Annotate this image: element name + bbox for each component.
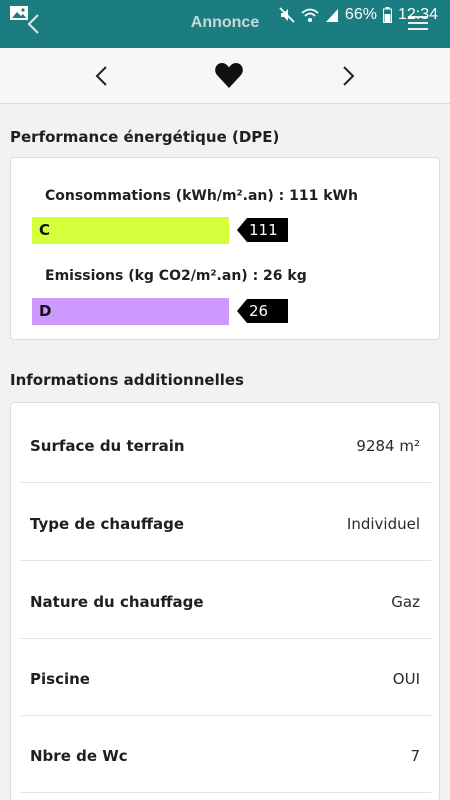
listing-nav bbox=[0, 48, 450, 104]
consumption-class-bar: C bbox=[32, 217, 229, 244]
info-key: Type de chauffage bbox=[30, 515, 185, 533]
info-card: Surface du terrain 9284 m² Type de chauf… bbox=[10, 402, 440, 800]
info-row: Type de chauffage Individuel bbox=[11, 484, 439, 561]
info-section-title: Informations additionnelles bbox=[10, 371, 244, 389]
dpe-section-title: Performance énergétique (DPE) bbox=[10, 128, 280, 146]
divider bbox=[21, 560, 431, 561]
status-time: 12:34 bbox=[397, 6, 438, 23]
info-value: OUI bbox=[392, 670, 420, 688]
info-key: Nbre de Wc bbox=[30, 747, 128, 765]
emissions-class: D bbox=[39, 302, 52, 320]
info-value: 7 bbox=[410, 747, 420, 765]
app-header: Annonce 66% 12:34 bbox=[0, 0, 450, 48]
divider bbox=[21, 482, 431, 483]
battery-icon bbox=[382, 7, 392, 23]
info-key: Surface du terrain bbox=[30, 437, 185, 455]
emissions-label: Emissions (kg CO2/m².an) : 26 kg bbox=[45, 268, 307, 284]
heart-icon[interactable] bbox=[214, 62, 244, 90]
mute-icon bbox=[279, 7, 295, 23]
dpe-card: Consommations (kWh/m².an) : 111 kWh C 11… bbox=[10, 157, 440, 340]
info-key: Piscine bbox=[30, 670, 90, 688]
consumption-label: Consommations (kWh/m².an) : 111 kWh bbox=[45, 188, 358, 204]
consumption-class: C bbox=[39, 221, 51, 239]
info-row: Surface du terrain 9284 m² bbox=[11, 406, 439, 483]
emissions-marker: 26 bbox=[237, 299, 288, 323]
emissions-value: 26 bbox=[247, 299, 288, 323]
chevron-left-icon[interactable] bbox=[90, 62, 114, 90]
battery-percent: 66% bbox=[344, 6, 377, 23]
divider bbox=[21, 792, 431, 793]
info-value: Individuel bbox=[346, 515, 420, 533]
status-icons: 66% 12:34 bbox=[279, 4, 438, 26]
info-row: Nature du chauffage Gaz bbox=[11, 562, 439, 639]
emissions-class-bar: D bbox=[32, 298, 229, 325]
consumption-marker: 111 bbox=[237, 218, 288, 242]
consumption-value: 111 bbox=[247, 218, 288, 242]
info-value: 9284 m² bbox=[356, 437, 420, 455]
chevron-right-icon[interactable] bbox=[336, 62, 360, 90]
info-value: Gaz bbox=[391, 593, 420, 611]
info-key: Nature du chauffage bbox=[30, 593, 204, 611]
info-row: Nbre de Wc 7 bbox=[11, 716, 439, 793]
wifi-icon bbox=[301, 8, 319, 22]
info-row: Piscine OUI bbox=[11, 639, 439, 716]
signal-icon bbox=[325, 9, 338, 22]
